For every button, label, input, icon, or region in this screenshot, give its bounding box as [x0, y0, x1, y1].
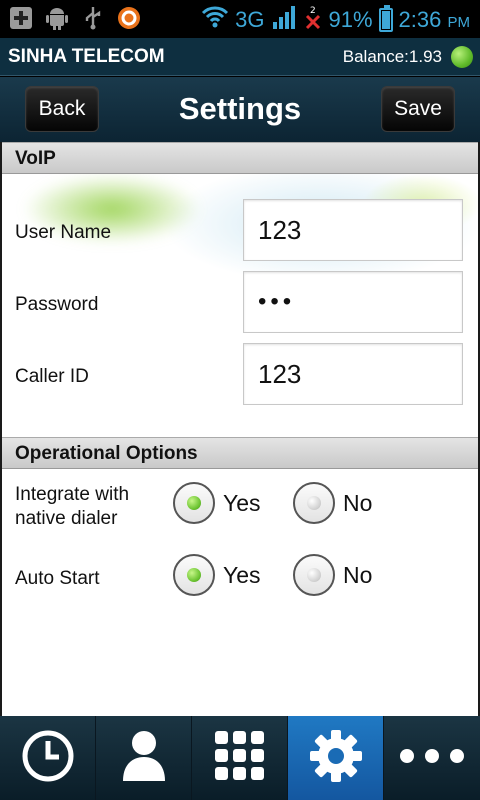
integrate-dialer-yes-option[interactable]: Yes: [173, 482, 261, 524]
voip-section-header: VoIP: [2, 142, 478, 174]
balance-text: Balance:1.93: [342, 47, 442, 66]
caller-id-input[interactable]: 123: [243, 343, 463, 405]
android-icon: [44, 5, 70, 31]
battery-percent: 91%: [328, 7, 373, 32]
user-name-input[interactable]: 123: [243, 199, 463, 261]
bottom-nav: [0, 716, 480, 800]
app-circle-icon: [116, 5, 142, 31]
svg-text:2: 2: [310, 6, 316, 16]
settings-panel: VoIP User Name 123 Password ••• Caller I…: [0, 142, 480, 716]
integrate-dialer-label: Integrate with native dialer: [15, 484, 130, 529]
password-label: Password: [15, 294, 99, 315]
title-bar: Back Settings Save: [0, 77, 480, 142]
dialpad-tab[interactable]: [192, 716, 288, 800]
history-icon: [21, 729, 75, 788]
auto-start-no-option[interactable]: No: [293, 554, 372, 596]
carrier-name: SINHA TELECOM: [8, 46, 165, 67]
settings-icon: [309, 729, 363, 788]
password-input[interactable]: •••: [243, 271, 463, 333]
more-tab[interactable]: [384, 716, 480, 800]
add-box-icon: [8, 5, 34, 31]
radio-selected-icon[interactable]: [173, 482, 215, 524]
auto-start-yes-option[interactable]: Yes: [173, 554, 261, 596]
save-button[interactable]: Save: [381, 86, 455, 132]
notification-icons: [8, 5, 142, 31]
contacts-icon: [121, 729, 167, 788]
battery-charging-icon: [378, 5, 393, 32]
carrier-bar: SINHA TELECOM Balance:1.93: [0, 38, 480, 76]
usb-icon: [80, 5, 106, 31]
network-type: 3G: [235, 7, 265, 32]
system-icons: 3G 2 91% 2:36 PM: [201, 4, 470, 36]
history-tab[interactable]: [0, 716, 96, 800]
radio-selected-icon[interactable]: [173, 554, 215, 596]
auto-start-label: Auto Start: [15, 568, 100, 589]
settings-tab[interactable]: [288, 716, 384, 800]
signal-icon: [271, 4, 297, 36]
more-icon: [397, 746, 467, 771]
operational-options-header: Operational Options: [2, 437, 478, 469]
connection-status-icon: [451, 46, 473, 68]
radio-unselected-icon[interactable]: [293, 482, 335, 524]
clock: 2:36 PM: [398, 7, 470, 32]
radio-unselected-icon[interactable]: [293, 554, 335, 596]
missed-call-icon: 2: [303, 4, 323, 36]
dialpad-icon: [213, 729, 267, 788]
caller-id-label: Caller ID: [15, 366, 89, 387]
user-name-label: User Name: [15, 222, 112, 243]
contacts-tab[interactable]: [96, 716, 192, 800]
status-bar: 3G 2 91% 2:36 PM: [0, 0, 480, 38]
integrate-dialer-no-option[interactable]: No: [293, 482, 372, 524]
wifi-icon: [201, 5, 229, 35]
